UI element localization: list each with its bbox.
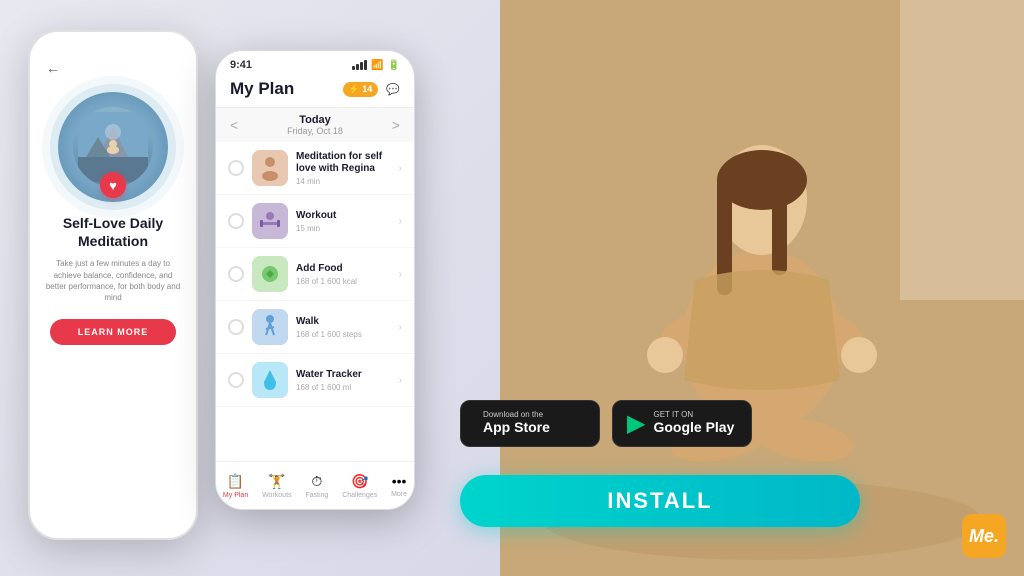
prev-day-button[interactable]: <	[230, 117, 238, 133]
app-store-big-text: App Store	[483, 419, 550, 436]
install-label: INSTALL	[607, 488, 712, 514]
item-image-water	[252, 362, 288, 398]
item-image-meditation	[252, 150, 288, 186]
signal-icon	[352, 60, 367, 70]
heart-badge: ♥	[100, 172, 126, 198]
item-chevron: ›	[399, 375, 402, 386]
learn-more-button[interactable]: LEARN MORE	[50, 319, 177, 345]
google-play-text: GET IT ON Google Play	[653, 411, 734, 436]
wifi-icon: 📶	[371, 60, 383, 71]
nav-more[interactable]: ••• More	[391, 473, 407, 498]
streak-badge: ⚡ 14	[343, 82, 379, 97]
fasting-icon: ⏱	[311, 473, 322, 490]
item-checkbox[interactable]	[228, 319, 244, 335]
plan-items-list: Meditation for self love with Regina 14 …	[216, 142, 414, 470]
status-bar: 9:41 📶 🔋	[216, 51, 414, 75]
install-button[interactable]: INSTALL	[460, 475, 860, 527]
phone-white: ← ♥ Self-Love Daily Meditation Take just…	[28, 30, 198, 540]
item-info-meditation: Meditation for self love with Regina 14 …	[296, 151, 391, 186]
google-play-icon: ▶	[627, 409, 645, 438]
header-actions: ⚡ 14 💬	[343, 82, 400, 97]
date-nav: < Today Friday, Oct 18 >	[216, 108, 414, 142]
plan-header: My Plan ⚡ 14 💬	[216, 75, 414, 108]
plan-item-walk[interactable]: Walk 168 of 1 600 steps ›	[216, 301, 414, 354]
my-plan-label: My Plan	[223, 492, 248, 499]
nav-fasting[interactable]: ⏱ Fasting	[305, 473, 328, 499]
google-play-button[interactable]: ▶ GET IT ON Google Play	[612, 400, 752, 447]
phone-notch	[88, 32, 138, 50]
more-icon: •••	[392, 473, 407, 489]
workouts-label: Workouts	[262, 492, 291, 499]
meditation-title: Self-Love Daily Meditation	[40, 214, 186, 250]
item-checkbox[interactable]	[228, 160, 244, 176]
my-plan-icon: 📋	[227, 473, 244, 490]
challenges-label: Challenges	[342, 492, 377, 499]
item-checkbox[interactable]	[228, 372, 244, 388]
me-logo: Me.	[962, 514, 1006, 558]
item-checkbox[interactable]	[228, 266, 244, 282]
battery-icon: 🔋	[388, 60, 400, 71]
item-image-food	[252, 256, 288, 292]
google-play-big-text: Google Play	[653, 419, 734, 436]
nav-workouts[interactable]: 🏋 Workouts	[262, 473, 291, 499]
item-chevron: ›	[399, 269, 402, 280]
date-full: Friday, Oct 18	[287, 126, 343, 136]
item-time: 168 of 1 600 kcal	[296, 277, 391, 286]
item-name: Add Food	[296, 263, 391, 275]
nav-challenges[interactable]: 🎯 Challenges	[342, 473, 377, 499]
next-day-button[interactable]: >	[392, 117, 400, 133]
app-store-button[interactable]: Download on the App Store	[460, 400, 600, 447]
workouts-icon: 🏋	[268, 473, 285, 490]
more-label: More	[391, 491, 407, 498]
plan-item-food[interactable]: Add Food 168 of 1 600 kcal ›	[216, 248, 414, 301]
plan-item-workout[interactable]: Workout 15 min ›	[216, 195, 414, 248]
item-image-workout	[252, 203, 288, 239]
item-time: 15 min	[296, 224, 391, 233]
plan-item-water[interactable]: Water Tracker 168 of 1 600 ml ›	[216, 354, 414, 407]
fasting-label: Fasting	[305, 492, 328, 499]
phone-white-content: ♥ Self-Love Daily Meditation Take just a…	[30, 82, 196, 355]
item-info-water: Water Tracker 168 of 1 600 ml	[296, 369, 391, 392]
download-buttons-container: Download on the App Store ▶ GET IT ON Go…	[460, 400, 752, 447]
google-play-small-text: GET IT ON	[653, 411, 734, 419]
app-store-text: Download on the App Store	[483, 411, 550, 436]
meditation-subtitle: Take just a few minutes a day to achieve…	[40, 258, 186, 303]
item-time: 168 of 1 600 ml	[296, 383, 391, 392]
item-image-walk	[252, 309, 288, 345]
item-info-workout: Workout 15 min	[296, 210, 391, 233]
bottom-nav: 📋 My Plan 🏋 Workouts ⏱ Fasting 🎯 Challen…	[216, 461, 414, 509]
item-chevron: ›	[399, 163, 402, 174]
item-name: Water Tracker	[296, 369, 391, 381]
item-info-food: Add Food 168 of 1 600 kcal	[296, 263, 391, 286]
item-chevron: ›	[399, 216, 402, 227]
status-time: 9:41	[230, 59, 252, 71]
item-info-walk: Walk 168 of 1 600 steps	[296, 316, 391, 339]
item-chevron: ›	[399, 322, 402, 333]
status-icons: 📶 🔋	[352, 60, 400, 71]
plan-item-meditation[interactable]: Meditation for self love with Regina 14 …	[216, 142, 414, 195]
back-button[interactable]: ←	[46, 60, 60, 76]
item-checkbox[interactable]	[228, 213, 244, 229]
date-display: Today Friday, Oct 18	[287, 114, 343, 136]
phone-dark: 9:41 📶 🔋 My Plan ⚡ 14 💬 < Today Friday, …	[215, 50, 415, 510]
meditation-circle: ♥	[58, 92, 168, 202]
nav-my-plan[interactable]: 📋 My Plan	[223, 473, 248, 499]
plan-title: My Plan	[230, 79, 294, 99]
item-time: 14 min	[296, 177, 391, 186]
item-name: Walk	[296, 316, 391, 328]
item-name: Meditation for self love with Regina	[296, 151, 391, 175]
challenges-icon: 🎯	[351, 473, 368, 490]
app-store-small-text: Download on the	[483, 411, 550, 419]
item-name: Workout	[296, 210, 391, 222]
chat-icon[interactable]: 💬	[386, 83, 400, 96]
date-today: Today	[287, 114, 343, 126]
item-time: 168 of 1 600 steps	[296, 330, 391, 339]
